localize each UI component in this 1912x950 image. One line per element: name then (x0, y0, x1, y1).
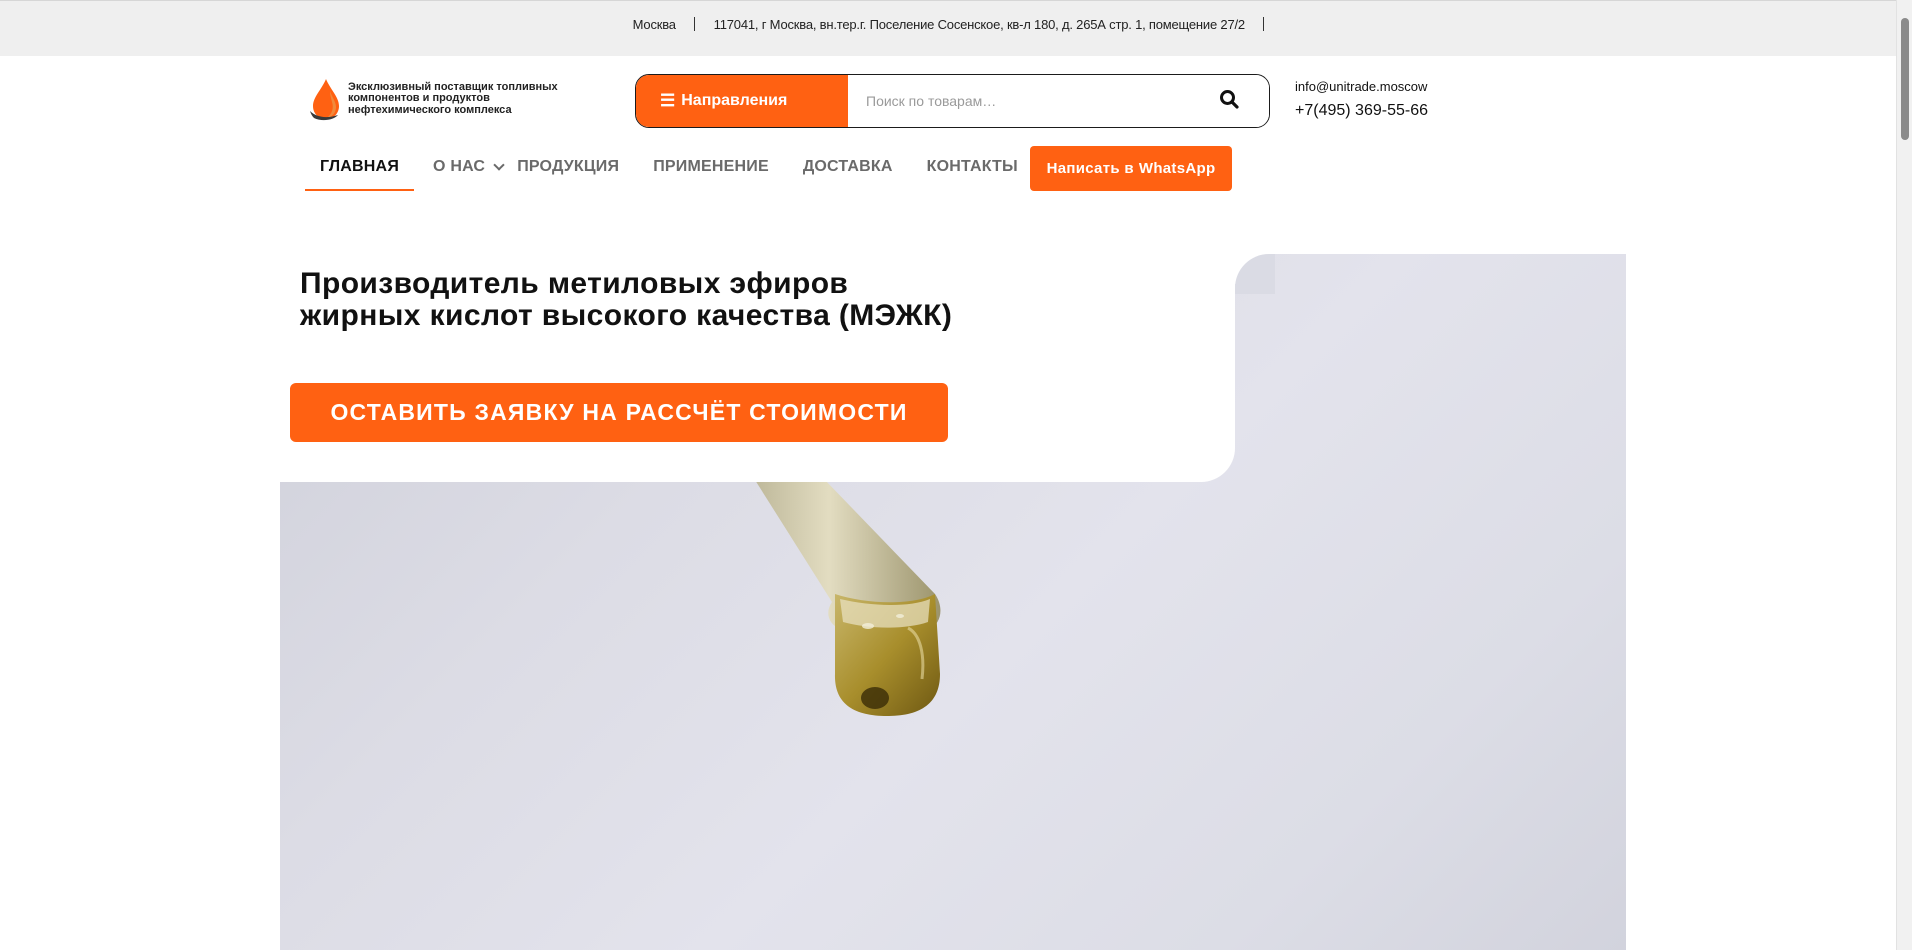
whatsapp-prefix: Написать в (1046, 160, 1134, 177)
nav-item-home[interactable]: ГЛАВНАЯ (305, 146, 415, 191)
whatsapp-brand: WhatsApp (1138, 160, 1216, 177)
hero-title: Производитель метиловых эфиров жирных ки… (300, 268, 952, 332)
search-button[interactable] (1189, 75, 1269, 127)
divider (1263, 17, 1265, 31)
main-nav: ГЛАВНАЯ О НАС ПРОДУКЦИЯ ПРИМЕНЕНИЕ ДОСТА… (305, 146, 1052, 192)
request-quote-button[interactable]: ОСТАВИТЬ ЗАЯВКУ НА РАССЧЁТ СТОИМОСТИ (290, 383, 948, 442)
header-contacts: info@unitrade.moscow +7(495) 369-55-66 (1295, 79, 1428, 120)
nav-item-products[interactable]: ПРОДУКЦИЯ (517, 146, 619, 190)
nav-item-application[interactable]: ПРИМЕНЕНИЕ (653, 146, 769, 190)
phone-link[interactable]: +7(495) 369-55-66 (1295, 102, 1428, 120)
nav-item-contacts[interactable]: КОНТАКТЫ (927, 146, 1018, 190)
email-link[interactable]: info@unitrade.moscow (1295, 79, 1428, 94)
search-bar: ☰ Направления (635, 74, 1270, 128)
nav-item-delivery[interactable]: ДОСТАВКА (803, 146, 893, 190)
hero-title-line-2: жирных кислот высокого качества (МЭЖК) (300, 299, 953, 332)
nav-item-about[interactable]: О НАС (433, 146, 505, 190)
search-input[interactable] (848, 75, 1189, 127)
scrollbar-thumb[interactable] (1901, 18, 1909, 140)
search-icon (1219, 89, 1239, 114)
city-label[interactable]: Москва (633, 17, 676, 32)
page-scrollbar[interactable] (1896, 0, 1912, 950)
logo-tagline: Эксклюзивный поставщик топливных компоне… (348, 80, 558, 116)
chevron-down-icon (493, 158, 505, 171)
directions-menu-button[interactable]: ☰ Направления (636, 75, 848, 127)
oil-drop-logo-icon (308, 77, 344, 121)
top-info-bar: Москва 117041, г Москва, вн.тер.г. Посел… (0, 0, 1912, 56)
site-logo[interactable]: Эксклюзивный поставщик топливных компоне… (308, 76, 563, 122)
menu-icon: ☰ (660, 91, 676, 110)
nav-item-about-label: О НАС (433, 158, 486, 175)
hero-card-corner (1235, 254, 1275, 294)
whatsapp-button[interactable]: Написать в WhatsApp (1030, 146, 1232, 191)
address-label: 117041, г Москва, вн.тер.г. Поселение Со… (713, 17, 1245, 32)
directions-label: Направления (681, 92, 788, 109)
hero-banner (280, 254, 1626, 950)
divider (694, 17, 696, 31)
hero-title-line-1: Производитель метиловых эфиров (300, 267, 849, 300)
